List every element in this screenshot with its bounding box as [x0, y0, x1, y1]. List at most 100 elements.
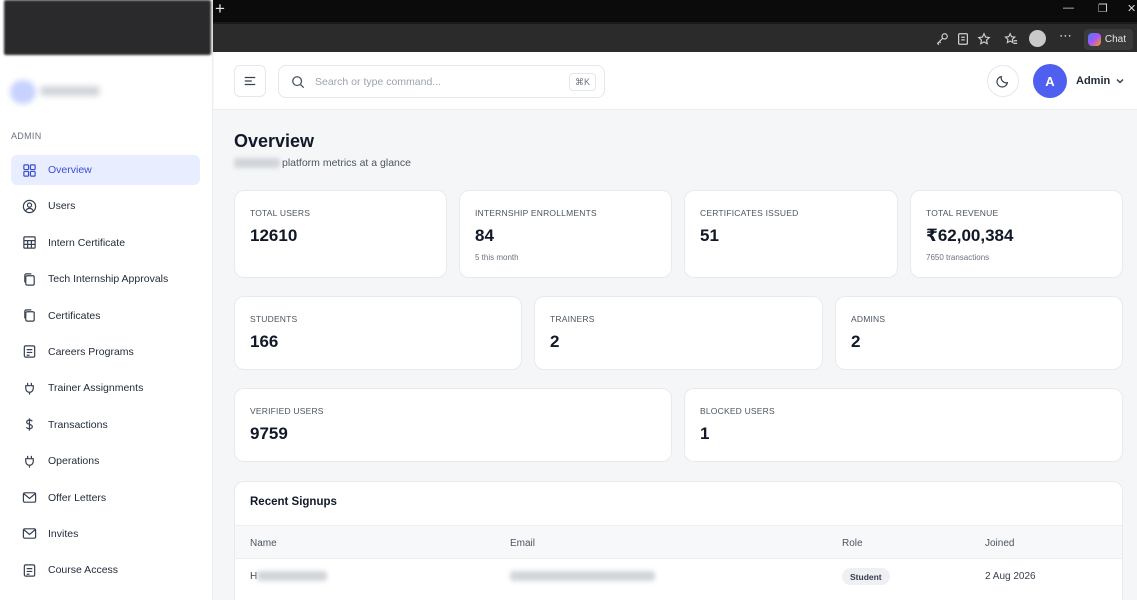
reader-icon[interactable]	[956, 32, 970, 46]
copy-icon	[24, 309, 35, 322]
menu-icon	[244, 76, 256, 86]
brand-name-redacted	[40, 86, 100, 96]
redacted-header	[4, 0, 211, 55]
user-name: Admin	[1076, 75, 1111, 87]
sidebar: ADMIN Overview Users Intern Certificate …	[0, 0, 213, 600]
grid-icon	[23, 163, 36, 177]
column-header-name[interactable]: Name	[250, 538, 277, 549]
sidebar-item-tech-internship-approvals[interactable]: Tech Internship Approvals	[11, 264, 200, 294]
chevron-down-icon	[1116, 78, 1124, 84]
stat-value: 9759	[250, 424, 288, 443]
recent-signups-table: Recent Signups Name Email Role Joined H …	[234, 481, 1123, 600]
sidebar-item-label: Careers Programs	[48, 345, 134, 358]
sidebar-item-label: Intern Certificate	[48, 236, 126, 249]
search-bar[interactable]: ⌘K	[278, 65, 605, 98]
row-joined: 2 Aug 2026	[985, 571, 1036, 582]
favorites-icon[interactable]	[1004, 32, 1018, 46]
avatar[interactable]: A	[1033, 64, 1067, 98]
sidebar-item-overview[interactable]: Overview	[11, 155, 200, 185]
sidebar-item-label: Transactions	[48, 418, 108, 431]
column-header-joined[interactable]: Joined	[985, 538, 1014, 549]
sidebar-nav: Overview Users Intern Certificate Tech I…	[11, 155, 200, 592]
more-options-icon[interactable]: ⋯	[1059, 28, 1073, 43]
stat-card-certificates-issued: CERTIFICATES ISSUED 51	[684, 190, 898, 278]
row-email	[510, 571, 655, 582]
sidebar-item-invites[interactable]: Invites	[11, 519, 200, 549]
sidebar-item-label: Tech Internship Approvals	[48, 273, 169, 286]
stat-label: INTERNSHIP ENROLLMENTS	[475, 208, 597, 218]
sidebar-toggle-button[interactable]	[234, 65, 266, 97]
copy-icon	[24, 272, 35, 286]
redacted-email	[510, 571, 655, 582]
key-icon[interactable]	[935, 32, 949, 46]
stat-note: 5 this month	[475, 253, 519, 262]
favorite-star-icon[interactable]	[977, 32, 991, 46]
minimize-icon[interactable]: —	[1063, 2, 1074, 14]
stat-card-admins: ADMINS 2	[835, 296, 1123, 370]
stat-card-verified-users: VERIFIED USERS 9759	[234, 388, 672, 462]
browser-title-bar: + — ❐ ✕	[213, 0, 1137, 22]
stat-value: 1	[700, 424, 710, 443]
stat-label: BLOCKED USERS	[700, 406, 775, 416]
sidebar-item-label: Offer Letters	[48, 491, 107, 504]
chat-label: Chat	[1104, 34, 1126, 45]
stat-label: ADMINS	[851, 314, 886, 324]
sidebar-item-transactions[interactable]: Transactions	[11, 410, 200, 440]
user-circle-icon	[22, 199, 37, 214]
subtitle-text: platform metrics at a glance	[282, 157, 411, 169]
restore-icon[interactable]: ❐	[1098, 2, 1108, 15]
profile-avatar-icon[interactable]	[1029, 30, 1046, 47]
sidebar-item-trainer-assignments[interactable]: Trainer Assignments	[11, 373, 200, 403]
column-header-role[interactable]: Role	[842, 538, 863, 549]
moon-icon	[996, 75, 1009, 88]
table-row[interactable]: H Student 2 Aug 2026	[235, 560, 1122, 594]
plug-icon	[25, 382, 34, 395]
sidebar-item-label: Course Access	[48, 564, 119, 577]
new-tab-button[interactable]: +	[215, 0, 225, 19]
sidebar-item-label: Invites	[48, 527, 79, 540]
stat-label: STUDENTS	[250, 314, 298, 324]
column-header-email[interactable]: Email	[510, 538, 535, 549]
stat-value: 84	[475, 226, 494, 245]
stat-label: TOTAL USERS	[250, 208, 311, 218]
user-menu-button[interactable]: Admin	[1076, 75, 1125, 87]
stat-value: 2	[550, 332, 560, 351]
stat-label: VERIFIED USERS	[250, 406, 324, 416]
stat-card-students: STUDENTS 166	[234, 296, 522, 370]
sidebar-item-course-access[interactable]: Course Access	[11, 555, 200, 585]
document-icon	[23, 564, 36, 577]
brand-logo[interactable]	[10, 80, 36, 104]
sidebar-item-operations[interactable]: Operations	[11, 446, 200, 476]
stat-label: TOTAL REVENUE	[926, 208, 999, 218]
sidebar-item-certificates[interactable]: Certificates	[11, 301, 200, 331]
sidebar-item-intern-certificate[interactable]: Intern Certificate	[11, 228, 200, 258]
stat-value: 51	[700, 226, 719, 245]
recent-signups-title: Recent Signups	[250, 496, 337, 508]
sidebar-item-careers-programs[interactable]: Careers Programs	[11, 337, 200, 367]
stat-value: ₹62,00,384	[926, 226, 1014, 245]
stat-label: CERTIFICATES ISSUED	[700, 208, 799, 218]
sidebar-item-label: Certificates	[48, 309, 101, 322]
name-initial: H	[250, 571, 258, 582]
copilot-chat-button[interactable]: Chat	[1083, 29, 1133, 50]
page-title: Overview	[234, 131, 315, 151]
theme-toggle-button[interactable]	[987, 65, 1019, 97]
stat-value: 12610	[250, 226, 298, 245]
sidebar-section-label: ADMIN	[11, 131, 42, 141]
sidebar-item-label: Overview	[48, 164, 92, 176]
stat-card-blocked-users: BLOCKED USERS 1	[684, 388, 1123, 462]
close-icon[interactable]: ✕	[1127, 2, 1136, 15]
sidebar-item-label: Users	[48, 200, 76, 213]
table-header: Name Email Role Joined	[235, 525, 1122, 559]
browser-toolbar: ⋯ Chat	[213, 22, 1137, 52]
sidebar-item-users[interactable]: Users	[11, 191, 200, 221]
row-name: H	[250, 571, 328, 582]
stat-value: 2	[851, 332, 861, 351]
mail-icon	[22, 492, 37, 503]
shortcut-hint: ⌘K	[568, 73, 596, 91]
sidebar-item-label: Operations	[48, 455, 100, 468]
role-badge: Student	[842, 568, 890, 585]
top-header: ⌘K A Admin	[214, 52, 1137, 110]
search-input[interactable]	[315, 75, 545, 88]
sidebar-item-offer-letters[interactable]: Offer Letters	[11, 483, 200, 513]
